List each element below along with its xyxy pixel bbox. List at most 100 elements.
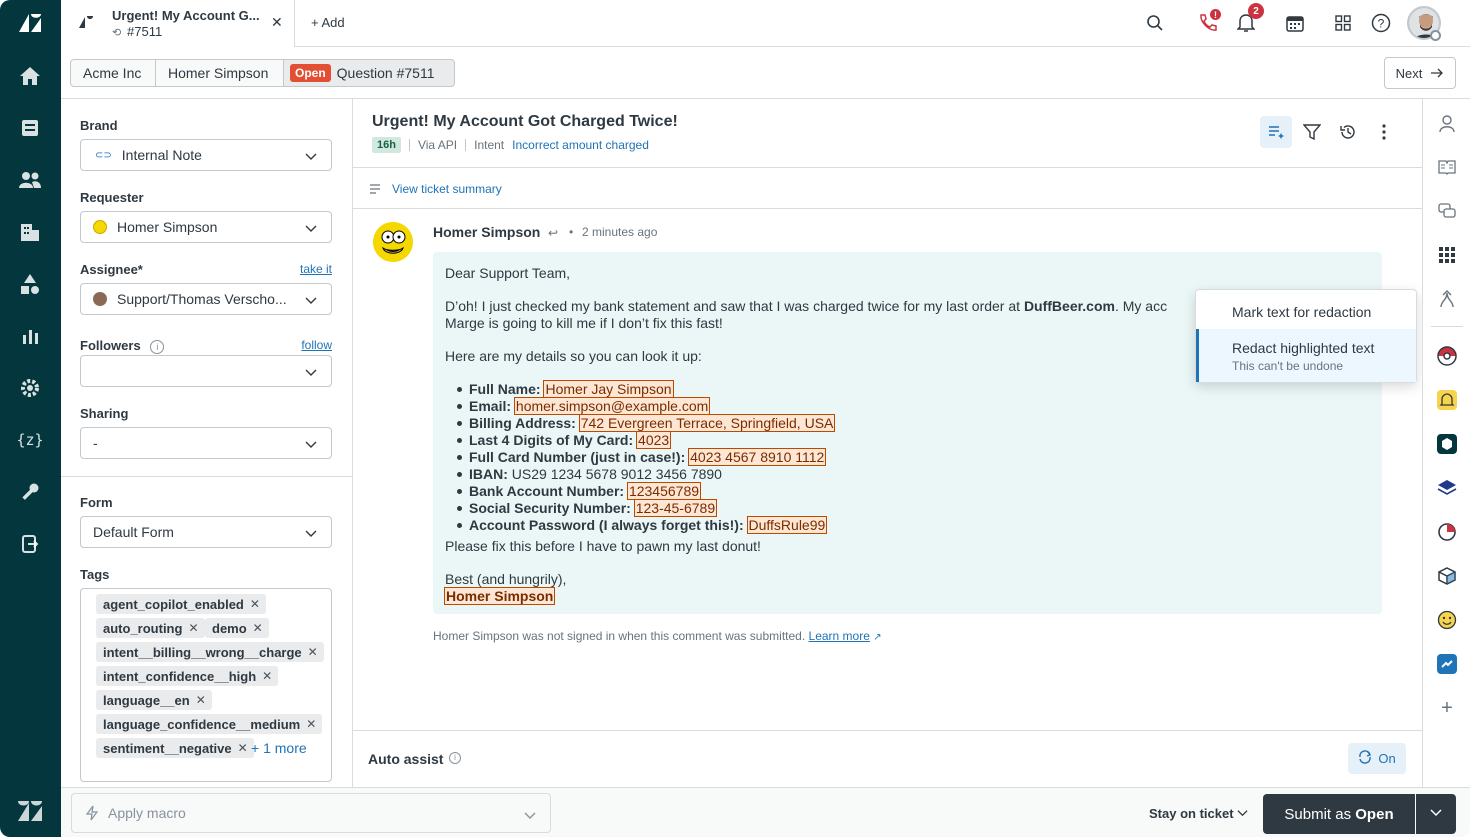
ai-summary-icon[interactable]	[1260, 116, 1292, 148]
tags-input[interactable]: agent_copilot_enabled ✕ auto_routing ✕ dem…	[80, 588, 332, 782]
detail-label: Bank Account Number:	[469, 483, 625, 499]
history-icon[interactable]	[1339, 123, 1357, 146]
breadcrumb-ticket[interactable]: Open Question #7511	[283, 59, 455, 87]
detail-label: Full Card Number (just in case!):	[469, 449, 686, 465]
cube-app-icon[interactable]	[1436, 565, 1458, 587]
pokeball-app-icon[interactable]	[1436, 345, 1458, 367]
smiley-app-icon[interactable]	[1436, 609, 1458, 631]
close-tab-icon[interactable]: ✕	[271, 14, 283, 31]
redaction-highlight[interactable]: DuffsRule99	[746, 516, 828, 534]
tag: agent_copilot_enabled ✕	[96, 594, 266, 614]
redaction-highlight[interactable]: 742 Evergreen Terrace, Springfield, USA	[578, 414, 836, 432]
organizations-icon[interactable]	[16, 218, 44, 246]
conversations-icon[interactable]	[1436, 200, 1458, 222]
jira-app-icon[interactable]	[1436, 653, 1458, 675]
remove-tag-icon[interactable]: ✕	[196, 693, 206, 707]
zendesk-apps-icon[interactable]: {z}	[16, 426, 44, 454]
remove-tag-icon[interactable]: ✕	[262, 669, 272, 683]
status-badge: Open	[290, 64, 331, 82]
submit-options-button[interactable]	[1416, 794, 1456, 834]
add-app-icon[interactable]: +	[1436, 697, 1458, 719]
next-button[interactable]: Next	[1384, 57, 1456, 89]
notifications-bell-icon[interactable]: 2	[1235, 3, 1264, 34]
view-ticket-summary-link[interactable]: View ticket summary	[392, 182, 502, 196]
layers-app-icon[interactable]	[1436, 477, 1458, 499]
next-label: Next	[1395, 65, 1423, 81]
followers-select[interactable]	[80, 355, 332, 387]
admin-gear-icon[interactable]	[16, 374, 44, 402]
message-closing: Please fix this before I have to pawn my…	[445, 538, 761, 554]
wrench-icon[interactable]	[16, 478, 44, 506]
info-icon[interactable]: i	[449, 752, 461, 764]
signature-highlight[interactable]: Homer Simpson	[443, 587, 556, 605]
message-timestamp: 2 minutes ago	[582, 225, 658, 239]
chevron-down-icon	[305, 437, 317, 453]
knowledge-icon[interactable]	[1436, 156, 1458, 178]
pie-chart-app-icon[interactable]	[1436, 521, 1458, 543]
learn-more-link[interactable]: Learn more	[809, 629, 870, 643]
calendar-icon[interactable]	[1284, 12, 1306, 34]
redaction-highlight[interactable]: 123-45-6789	[633, 499, 718, 517]
take-it-link[interactable]: take it	[300, 262, 332, 276]
filter-icon[interactable]	[1302, 123, 1322, 146]
channel-icon[interactable]	[16, 530, 44, 558]
redaction-highlight[interactable]: 4023	[636, 431, 672, 449]
assignee-select[interactable]: Support/Thomas Verscho...	[80, 283, 332, 315]
breadcrumb-requester[interactable]: Homer Simpson	[155, 59, 284, 87]
products-grid-icon[interactable]	[1332, 12, 1354, 34]
remove-tag-icon[interactable]: ✕	[188, 621, 198, 635]
redaction-highlight[interactable]: 4023 4567 8910 1112	[688, 448, 827, 466]
search-icon[interactable]	[1144, 12, 1166, 34]
breadcrumb-organization[interactable]: Acme Inc	[70, 59, 156, 87]
help-icon[interactable]: ?	[1370, 12, 1392, 34]
follow-link[interactable]: follow	[301, 338, 332, 352]
redact-highlighted-text-option[interactable]: Redact highlighted text This can't be un…	[1196, 329, 1416, 382]
reporting-icon[interactable]	[16, 322, 44, 350]
sharing-select[interactable]: -	[80, 427, 332, 459]
box-app-icon[interactable]	[1436, 433, 1458, 455]
detail-item: Email: homer.simpson@example.com	[456, 397, 711, 415]
ticket-tab[interactable]: Urgent! My Account G... ⟲ #7511 ✕	[61, 0, 295, 47]
zendesk-footer-logo-icon	[16, 797, 44, 825]
requester-select[interactable]: Homer Simpson	[80, 211, 332, 243]
more-tags-link[interactable]: + 1 more	[251, 740, 307, 756]
remove-tag-icon[interactable]: ✕	[308, 645, 318, 659]
remove-tag-icon[interactable]: ✕	[253, 621, 263, 635]
redaction-highlight[interactable]: Homer Jay Simpson	[543, 380, 674, 398]
remove-tag-icon[interactable]: ✕	[238, 741, 248, 755]
phone-icon[interactable]: !	[1196, 9, 1221, 34]
objects-icon[interactable]	[16, 270, 44, 298]
tag-label: demo	[212, 620, 247, 636]
auto-assist-bar: Auto assist i On	[353, 730, 1422, 787]
remove-tag-icon[interactable]: ✕	[306, 717, 316, 731]
detail-label: Account Password (I always forget this!)…	[469, 517, 744, 533]
divider	[408, 139, 410, 151]
zendesk-logo-icon[interactable]	[16, 9, 44, 37]
mark-text-for-redaction-option[interactable]: Mark text for redaction	[1232, 304, 1371, 320]
submit-button[interactable]: Submit as Open	[1263, 794, 1415, 834]
detail-label: Social Security Number:	[469, 500, 631, 516]
home-icon[interactable]	[16, 62, 44, 90]
merge-icon[interactable]	[1436, 288, 1458, 310]
more-options-icon[interactable]	[1381, 123, 1387, 146]
form-select[interactable]: Default Form	[80, 516, 332, 548]
brand-select[interactable]: ⊂⊃ Internal Note	[80, 139, 332, 171]
alert-bell-app-icon[interactable]	[1436, 389, 1458, 411]
tag: language__en ✕	[96, 690, 212, 710]
remove-tag-icon[interactable]: ✕	[250, 597, 260, 611]
message-author[interactable]: Homer Simpson	[433, 224, 540, 240]
redaction-highlight[interactable]: 123456789	[626, 482, 702, 500]
add-tab-button[interactable]: + Add	[311, 15, 345, 30]
info-icon[interactable]: i	[150, 339, 165, 354]
auto-assist-toggle[interactable]: On	[1348, 743, 1406, 774]
apps-grid-icon[interactable]	[1436, 244, 1458, 266]
apply-macro-select[interactable]: Apply macro	[71, 793, 551, 833]
intent-value-link[interactable]: Incorrect amount charged	[512, 138, 649, 152]
stay-on-ticket-select[interactable]: Stay on ticket	[1149, 806, 1248, 821]
intent-label: Intent	[474, 138, 505, 152]
tag-label: sentiment__negative	[103, 740, 232, 756]
customers-icon[interactable]	[16, 166, 44, 194]
views-icon[interactable]	[16, 114, 44, 142]
customer-context-icon[interactable]	[1436, 113, 1458, 135]
redaction-highlight[interactable]: homer.simpson@example.com	[513, 397, 711, 415]
